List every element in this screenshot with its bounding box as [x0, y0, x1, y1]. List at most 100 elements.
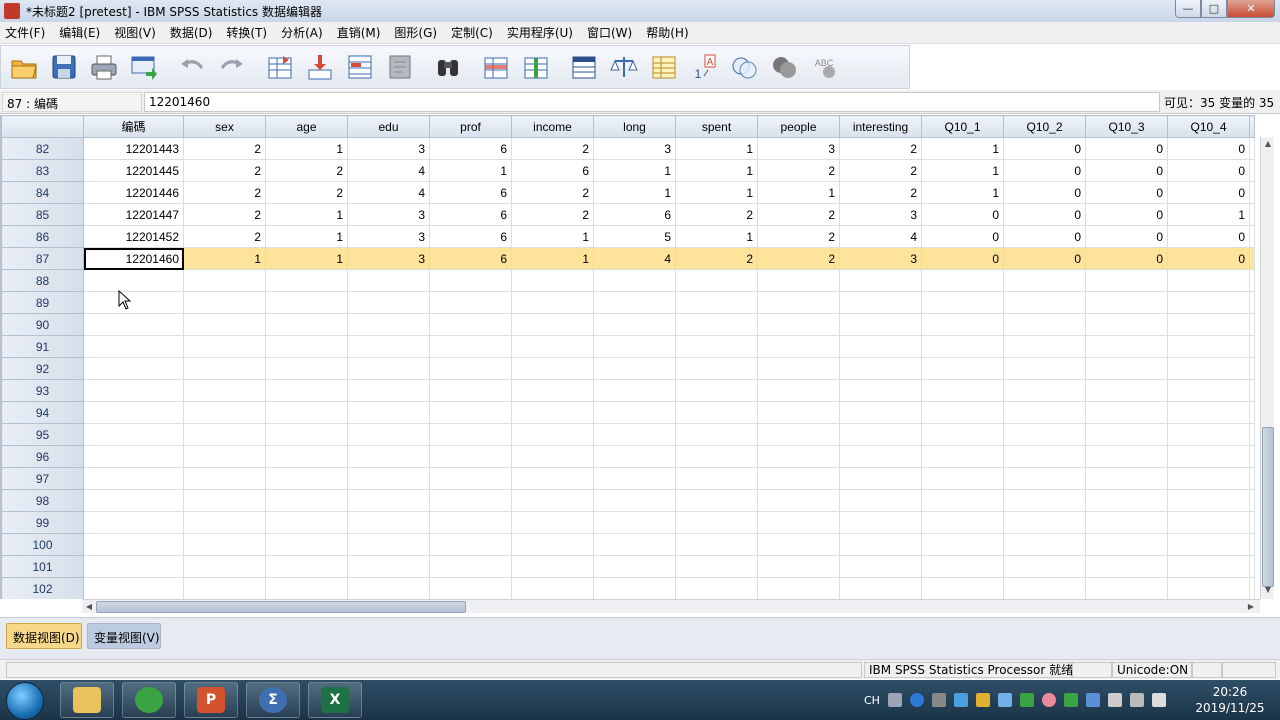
- data-cell[interactable]: [1249, 401, 1255, 424]
- data-cell[interactable]: [511, 379, 594, 402]
- chat-icon[interactable]: [997, 693, 1012, 707]
- data-cell[interactable]: [265, 555, 348, 578]
- data-cell[interactable]: [83, 313, 184, 336]
- data-cell[interactable]: 2: [183, 137, 266, 160]
- data-cell[interactable]: 1: [675, 225, 758, 248]
- update-icon[interactable]: [1063, 693, 1078, 707]
- data-cell[interactable]: [1085, 467, 1168, 490]
- data-cell[interactable]: [1085, 335, 1168, 358]
- user-icon[interactable]: [975, 693, 990, 707]
- data-cell[interactable]: 3: [839, 247, 922, 270]
- data-cell[interactable]: [1249, 511, 1255, 534]
- security-icon[interactable]: [1019, 693, 1034, 707]
- data-cell[interactable]: [265, 533, 348, 556]
- data-cell[interactable]: [347, 577, 430, 599]
- data-cell[interactable]: 0: [1003, 137, 1086, 160]
- row-number[interactable]: 100: [1, 533, 84, 556]
- row-number[interactable]: 101: [1, 555, 84, 578]
- keyboard-icon[interactable]: [887, 693, 902, 707]
- data-cell[interactable]: 2: [675, 203, 758, 226]
- data-cell[interactable]: [347, 533, 430, 556]
- data-cell[interactable]: [1167, 511, 1250, 534]
- data-cell[interactable]: [1249, 137, 1255, 160]
- data-cell[interactable]: [675, 269, 758, 292]
- data-cell[interactable]: 12201446: [83, 181, 184, 204]
- data-cell[interactable]: 1: [675, 181, 758, 204]
- data-cell[interactable]: [1085, 269, 1168, 292]
- data-cell[interactable]: [511, 445, 594, 468]
- data-cell[interactable]: 6: [593, 203, 676, 226]
- data-cell[interactable]: [1249, 489, 1255, 512]
- data-cell[interactable]: [839, 401, 922, 424]
- data-cell[interactable]: [1249, 533, 1255, 556]
- data-cell[interactable]: [757, 357, 840, 380]
- data-cell[interactable]: [921, 335, 1004, 358]
- data-cell[interactable]: 0: [1003, 247, 1086, 270]
- row-number[interactable]: 87: [1, 247, 84, 270]
- data-cell[interactable]: 2: [757, 159, 840, 182]
- data-cell[interactable]: 1: [265, 137, 348, 160]
- data-cell[interactable]: 0: [1167, 137, 1250, 160]
- vertical-scroll-thumb[interactable]: [1262, 427, 1274, 587]
- data-cell[interactable]: 1: [265, 247, 348, 270]
- data-cell[interactable]: [429, 577, 512, 599]
- start-button[interactable]: [6, 682, 44, 720]
- data-cell[interactable]: [83, 489, 184, 512]
- row-number[interactable]: 96: [1, 445, 84, 468]
- data-cell[interactable]: 2: [757, 203, 840, 226]
- row-number[interactable]: 102: [1, 577, 84, 599]
- data-cell[interactable]: [265, 511, 348, 534]
- data-cell[interactable]: [839, 577, 922, 599]
- data-cell[interactable]: [1003, 401, 1086, 424]
- data-cell[interactable]: [429, 269, 512, 292]
- data-cell[interactable]: [1167, 555, 1250, 578]
- data-cell[interactable]: [1003, 577, 1086, 599]
- row-number[interactable]: 88: [1, 269, 84, 292]
- data-cell[interactable]: [265, 445, 348, 468]
- data-cell[interactable]: [839, 291, 922, 314]
- data-cell[interactable]: [593, 445, 676, 468]
- data-cell[interactable]: [1085, 489, 1168, 512]
- data-cell[interactable]: 0: [1003, 181, 1086, 204]
- cell-value-editor[interactable]: 12201460: [144, 92, 1160, 112]
- data-cell[interactable]: 1: [511, 247, 594, 270]
- data-cell[interactable]: 0: [1167, 225, 1250, 248]
- menu-item[interactable]: 图形(G): [389, 24, 446, 41]
- data-cell[interactable]: [183, 269, 266, 292]
- data-cell[interactable]: [265, 577, 348, 599]
- redo-icon[interactable]: [215, 50, 249, 84]
- menu-item[interactable]: 帮助(H): [641, 24, 697, 41]
- insert-variable-icon[interactable]: [519, 50, 553, 84]
- data-cell[interactable]: 2: [839, 159, 922, 182]
- data-cell[interactable]: [757, 511, 840, 534]
- row-number[interactable]: 93: [1, 379, 84, 402]
- data-cell[interactable]: 12201445: [83, 159, 184, 182]
- data-cell[interactable]: 1: [757, 181, 840, 204]
- tab-variable-view[interactable]: 变量视图(V): [87, 623, 161, 649]
- data-cell[interactable]: [347, 335, 430, 358]
- data-cell[interactable]: [1085, 445, 1168, 468]
- volume-icon[interactable]: [1107, 693, 1122, 707]
- data-cell[interactable]: [511, 313, 594, 336]
- data-cell[interactable]: 1: [593, 181, 676, 204]
- data-cell[interactable]: [1249, 181, 1255, 204]
- data-cell[interactable]: [921, 313, 1004, 336]
- data-cell[interactable]: [921, 555, 1004, 578]
- horizontal-scroll-thumb[interactable]: [96, 601, 466, 613]
- data-cell[interactable]: 2: [757, 247, 840, 270]
- data-cell[interactable]: [593, 511, 676, 534]
- data-cell[interactable]: 0: [1003, 159, 1086, 182]
- data-cell[interactable]: [757, 291, 840, 314]
- menu-item[interactable]: 数据(D): [165, 24, 222, 41]
- data-cell[interactable]: [921, 401, 1004, 424]
- data-cell[interactable]: 2: [757, 225, 840, 248]
- data-cell[interactable]: [183, 423, 266, 446]
- data-cell[interactable]: [347, 291, 430, 314]
- data-cell[interactable]: 6: [511, 159, 594, 182]
- show-all-variables-icon[interactable]: [767, 50, 801, 84]
- menu-item[interactable]: 直销(M): [332, 24, 390, 41]
- refresh-app-icon[interactable]: [122, 682, 176, 718]
- data-cell[interactable]: [83, 511, 184, 534]
- data-cell[interactable]: [429, 445, 512, 468]
- row-number[interactable]: 99: [1, 511, 84, 534]
